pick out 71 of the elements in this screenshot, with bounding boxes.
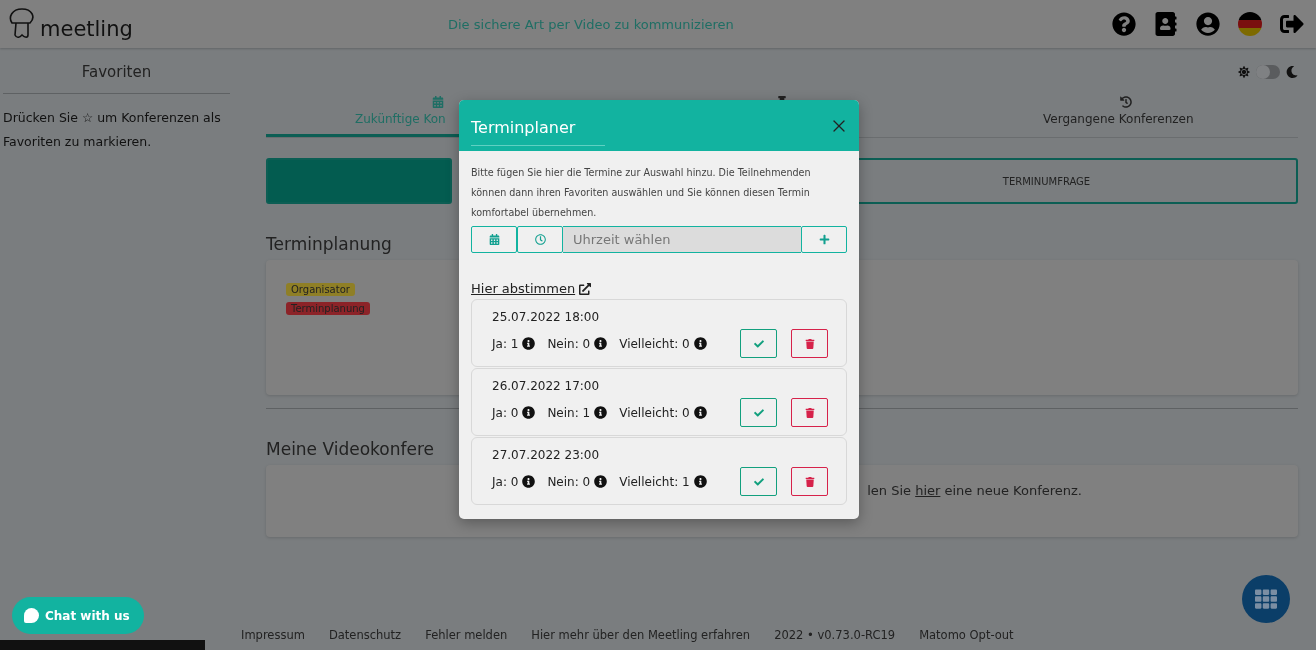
- sidebar-title: Favoriten: [3, 48, 230, 94]
- sun-icon: [1238, 66, 1250, 78]
- time-input[interactable]: Uhrzeit wählen: [563, 226, 801, 253]
- check-icon: [753, 476, 764, 487]
- footer-link[interactable]: Datenschutz: [328, 628, 402, 642]
- theme-toggle[interactable]: [1256, 65, 1280, 79]
- info-icon[interactable]: [522, 337, 536, 350]
- option-date: 25.07.2022 18:00: [492, 310, 601, 324]
- delete-button[interactable]: [791, 329, 828, 358]
- empty-message: len Sie hier eine neue Konferenz.: [867, 483, 1082, 498]
- logo-text: meetling: [40, 17, 133, 41]
- role-badge: Terminplanung: [286, 302, 370, 315]
- option-date: 26.07.2022 17:00: [492, 379, 601, 393]
- footer-link[interactable]: 2022 • v0.73.0-RC19: [774, 628, 896, 642]
- clock-icon: [534, 234, 546, 245]
- accept-button[interactable]: [740, 329, 777, 358]
- grid-icon: [1255, 588, 1277, 610]
- vote-count: Nein: 1: [547, 405, 591, 420]
- check-icon: [753, 338, 764, 349]
- external-link-icon: [579, 282, 592, 295]
- date-picker-button[interactable]: [471, 226, 517, 253]
- vote-count: Nein: 0: [547, 336, 591, 351]
- section-heading: Terminplanung: [266, 234, 392, 254]
- delete-button[interactable]: [791, 467, 828, 496]
- delete-button[interactable]: [791, 398, 828, 427]
- info-icon[interactable]: [522, 406, 536, 419]
- footer-link[interactable]: Fehler melden: [425, 628, 508, 642]
- tagline: Die sichere Art per Video zu kommunizieren: [448, 16, 735, 32]
- tab[interactable]: Vergangene Konferenzen: [954, 94, 1298, 137]
- info-icon[interactable]: [693, 337, 707, 350]
- vote-count: Ja: 1: [492, 336, 519, 351]
- address-book-icon[interactable]: [1154, 12, 1178, 36]
- vote-count: Nein: 0: [547, 474, 591, 489]
- trash-icon: [804, 407, 815, 418]
- footer-link[interactable]: Hier mehr über den Meetling erfahren: [531, 628, 751, 642]
- calendar-icon: [488, 234, 500, 245]
- moon-icon: [1286, 66, 1298, 78]
- info-icon[interactable]: [594, 337, 608, 350]
- info-icon[interactable]: [522, 475, 536, 488]
- accept-button[interactable]: [740, 467, 777, 496]
- calendar-icon: [432, 96, 444, 108]
- vote-count: Ja: 0: [492, 474, 519, 489]
- tab-label: Zukünftige Kon: [355, 112, 447, 126]
- vote-count: Ja: 0: [492, 405, 519, 420]
- trash-icon: [804, 476, 815, 487]
- tab-label: Vergangene Konferenzen: [1043, 112, 1195, 126]
- footer-link[interactable]: Matomo Opt-out: [919, 628, 1014, 642]
- accept-button[interactable]: [740, 398, 777, 427]
- info-icon[interactable]: [693, 406, 707, 419]
- chat-button[interactable]: Chat with us: [12, 597, 144, 634]
- help-icon[interactable]: [1112, 12, 1136, 36]
- role-badge: Organisator: [286, 283, 355, 296]
- check-icon: [753, 407, 764, 418]
- info-icon[interactable]: [594, 406, 608, 419]
- dialog-title: Terminplaner: [471, 105, 606, 146]
- apps-grid-button[interactable]: [1242, 575, 1290, 623]
- logout-icon[interactable]: [1280, 12, 1304, 36]
- info-icon[interactable]: [693, 475, 707, 488]
- trash-icon: [804, 338, 815, 349]
- section-heading: Meine Videokonfere: [266, 439, 435, 459]
- footer-link[interactable]: Impressum: [241, 628, 305, 642]
- user-icon[interactable]: [1196, 12, 1220, 36]
- sidebar-hint: Drücken Sie ☆ um Konferenzen als Favoriten zu markieren.: [3, 109, 222, 151]
- plus-icon: [818, 234, 830, 245]
- info-icon[interactable]: [594, 475, 608, 488]
- history-icon: [1120, 96, 1132, 108]
- vote-count: Vielleicht: 1: [619, 474, 690, 489]
- option-date: 27.07.2022 23:00: [492, 448, 601, 462]
- vote-count: Vielleicht: 0: [619, 405, 690, 420]
- flag-icon[interactable]: [1238, 12, 1262, 36]
- vote-count: Vielleicht: 0: [619, 336, 690, 351]
